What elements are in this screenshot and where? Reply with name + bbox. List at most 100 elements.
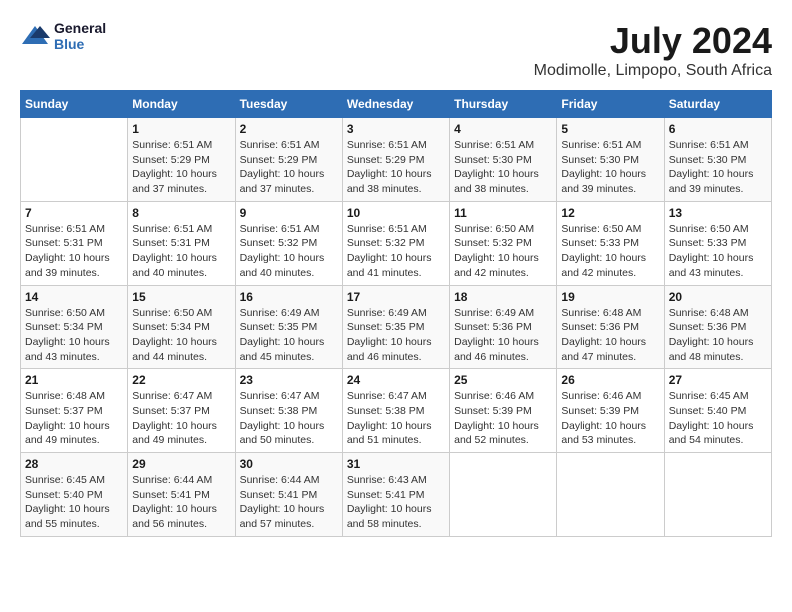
cell-content-line: and 38 minutes. [454,182,552,197]
cell-content-line: Sunrise: 6:43 AM [347,473,445,488]
cell-content-line: Sunrise: 6:51 AM [240,222,338,237]
day-number: 21 [25,373,123,387]
cell-content-line: and 47 minutes. [561,350,659,365]
day-number: 19 [561,290,659,304]
cell-content-line: Daylight: 10 hours [669,167,767,182]
cell-content-line: and 42 minutes. [454,266,552,281]
calendar-cell: 9Sunrise: 6:51 AMSunset: 5:32 PMDaylight… [235,201,342,285]
cell-content-line: Daylight: 10 hours [561,167,659,182]
cell-content-line: Sunset: 5:37 PM [25,404,123,419]
cell-content-line: Sunrise: 6:51 AM [561,138,659,153]
cell-content-line: Sunset: 5:37 PM [132,404,230,419]
calendar-cell [557,453,664,537]
calendar-cell: 19Sunrise: 6:48 AMSunset: 5:36 PMDayligh… [557,285,664,369]
cell-content-line: Daylight: 10 hours [347,167,445,182]
cell-content-line: Sunset: 5:30 PM [561,153,659,168]
day-number: 25 [454,373,552,387]
cell-content-line: Daylight: 10 hours [454,251,552,266]
page-header: General Blue July 2024 Modimolle, Limpop… [20,20,772,80]
cell-content-line: Sunset: 5:33 PM [561,236,659,251]
day-number: 17 [347,290,445,304]
calendar-cell: 5Sunrise: 6:51 AMSunset: 5:30 PMDaylight… [557,118,664,202]
day-number: 7 [25,206,123,220]
cell-content-line: Sunrise: 6:47 AM [132,389,230,404]
cell-content-line: Sunrise: 6:44 AM [240,473,338,488]
calendar-cell: 2Sunrise: 6:51 AMSunset: 5:29 PMDaylight… [235,118,342,202]
cell-content-line: Sunrise: 6:51 AM [240,138,338,153]
cell-content-line: and 55 minutes. [25,517,123,532]
cell-content-line: Sunset: 5:34 PM [25,320,123,335]
cell-content-line: and 41 minutes. [347,266,445,281]
day-number: 31 [347,457,445,471]
calendar-cell: 23Sunrise: 6:47 AMSunset: 5:38 PMDayligh… [235,369,342,453]
cell-content-line: Sunset: 5:30 PM [669,153,767,168]
cell-content-line: Daylight: 10 hours [240,419,338,434]
cell-content-line: Sunset: 5:40 PM [25,488,123,503]
calendar-cell: 14 Sunrise: 6:50 AMSunset: 5:34 PMDayligh… [21,285,128,369]
cell-content-line: Sunrise: 6:50 AM [25,306,123,321]
cell-content-line: Daylight: 10 hours [669,335,767,350]
calendar-cell: 7Sunrise: 6:51 AMSunset: 5:31 PMDaylight… [21,201,128,285]
cell-content-line: and 45 minutes. [240,350,338,365]
cell-content-line: Sunset: 5:39 PM [454,404,552,419]
calendar-cell: 31 Sunrise: 6:43 AMSunset: 5:41 PMDayligh… [342,453,449,537]
day-number: 9 [240,206,338,220]
logo-icon [20,24,50,48]
cell-content-line: Sunrise: 6:50 AM [454,222,552,237]
day-number: 30 [240,457,338,471]
calendar-cell: 3Sunrise: 6:51 AMSunset: 5:29 PMDaylight… [342,118,449,202]
cell-content-line: Daylight: 10 hours [669,419,767,434]
cell-content-line: Daylight: 10 hours [347,251,445,266]
cell-content-line: Sunrise: 6:45 AM [25,473,123,488]
cell-content-line: Sunset: 5:31 PM [132,236,230,251]
logo-text: General Blue [54,20,106,52]
cell-content-line: Sunset: 5:32 PM [454,236,552,251]
cell-content-line: Sunrise: 6:47 AM [347,389,445,404]
day-number: 22 [132,373,230,387]
calendar-cell: 27Sunrise: 6:45 AMSunset: 5:40 PMDayligh… [664,369,771,453]
cell-content-line: Sunset: 5:29 PM [347,153,445,168]
cell-content-line: and 56 minutes. [132,517,230,532]
cell-content-line: Daylight: 10 hours [240,167,338,182]
cell-content-line: Daylight: 10 hours [561,419,659,434]
cell-content-line: and 44 minutes. [132,350,230,365]
cell-content-line: Daylight: 10 hours [347,419,445,434]
cell-content-line: Daylight: 10 hours [454,335,552,350]
cell-content-line: Sunrise: 6:51 AM [347,222,445,237]
cell-content-line: Sunset: 5:35 PM [347,320,445,335]
calendar-cell: 22Sunrise: 6:47 AMSunset: 5:37 PMDayligh… [128,369,235,453]
calendar-cell: 25Sunrise: 6:46 AMSunset: 5:39 PMDayligh… [450,369,557,453]
cell-content-line: Daylight: 10 hours [240,502,338,517]
cell-content-line: Sunset: 5:29 PM [240,153,338,168]
calendar-cell: 30 Sunrise: 6:44 AMSunset: 5:41 PMDayligh… [235,453,342,537]
cell-content-line: and 40 minutes. [240,266,338,281]
cell-content-line: and 42 minutes. [561,266,659,281]
day-number: 15 [132,290,230,304]
day-number: 6 [669,122,767,136]
day-number: 14 [25,290,123,304]
cell-content-line: Sunset: 5:41 PM [240,488,338,503]
cell-content-line: Daylight: 10 hours [132,167,230,182]
cell-content-line: Sunset: 5:36 PM [454,320,552,335]
cell-content-line: Sunrise: 6:51 AM [132,138,230,153]
cell-content-line: Sunset: 5:33 PM [669,236,767,251]
cell-content-line: and 53 minutes. [561,433,659,448]
cell-content-line: and 39 minutes. [561,182,659,197]
cell-content-line: Sunrise: 6:44 AM [132,473,230,488]
cell-content-line: Sunset: 5:41 PM [347,488,445,503]
cell-content-line: and 39 minutes. [25,266,123,281]
cell-content-line: Sunset: 5:30 PM [454,153,552,168]
calendar-cell: 1Sunrise: 6:51 AMSunset: 5:29 PMDaylight… [128,118,235,202]
day-number: 13 [669,206,767,220]
cell-content-line: Sunset: 5:31 PM [25,236,123,251]
calendar-cell: 15Sunrise: 6:50 AMSunset: 5:34 PMDayligh… [128,285,235,369]
cell-content-line: Daylight: 10 hours [347,502,445,517]
calendar-cell: 8Sunrise: 6:51 AMSunset: 5:31 PMDaylight… [128,201,235,285]
calendar-cell: 12Sunrise: 6:50 AMSunset: 5:33 PMDayligh… [557,201,664,285]
cell-content-line: Daylight: 10 hours [25,335,123,350]
cell-content-line: Sunrise: 6:51 AM [669,138,767,153]
calendar-cell: 18Sunrise: 6:49 AMSunset: 5:36 PMDayligh… [450,285,557,369]
calendar-cell: 4Sunrise: 6:51 AMSunset: 5:30 PMDaylight… [450,118,557,202]
calendar-header: SundayMondayTuesdayWednesdayThursdayFrid… [21,91,772,118]
cell-content-line: Sunset: 5:36 PM [669,320,767,335]
